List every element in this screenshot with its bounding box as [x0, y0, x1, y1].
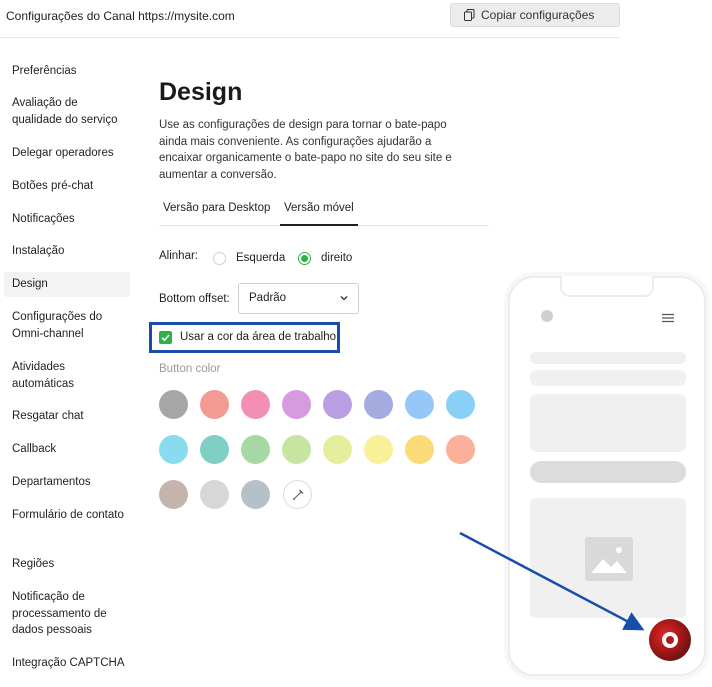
- use-workspace-color-label: Usar a cor da área de trabalho: [180, 331, 336, 343]
- sidebar-item-personal-data[interactable]: Notificação de processamento de dados pe…: [4, 589, 114, 639]
- preview-block: [530, 394, 686, 452]
- page-header-title: Configurações do Canal https://mysite.co…: [6, 9, 235, 23]
- sidebar-item-rescue-chat[interactable]: Resgatar chat: [4, 408, 130, 425]
- color-swatch[interactable]: [405, 435, 434, 464]
- align-right-radio[interactable]: [298, 252, 311, 265]
- color-swatch[interactable]: [405, 390, 434, 419]
- checkmark-icon: [161, 334, 170, 342]
- color-swatch[interactable]: [200, 390, 229, 419]
- color-swatches: [159, 390, 489, 520]
- align-left-radio[interactable]: [213, 252, 226, 265]
- color-swatch[interactable]: [364, 390, 393, 419]
- align-label: Alinhar:: [159, 250, 198, 262]
- color-swatch[interactable]: [446, 435, 475, 464]
- color-swatch[interactable]: [282, 435, 311, 464]
- copy-settings-label: Copiar configurações: [481, 8, 595, 22]
- sidebar-item-installation[interactable]: Instalação: [4, 243, 130, 260]
- use-workspace-color-checkbox[interactable]: [159, 331, 172, 344]
- sidebar-item-delegate-operators[interactable]: Delegar operadores: [4, 145, 130, 162]
- color-swatch[interactable]: [241, 435, 270, 464]
- preview-line: [530, 370, 686, 386]
- align-right-label: direito: [321, 252, 353, 264]
- color-swatch[interactable]: [200, 435, 229, 464]
- sidebar-item-design[interactable]: Design: [4, 272, 130, 297]
- align-left-label: Esquerda: [236, 252, 286, 264]
- header: Configurações do Canal https://mysite.co…: [0, 0, 620, 38]
- sidebar-item-automatic-activities[interactable]: Atividades automáticas: [4, 359, 130, 392]
- sidebar-item-departments[interactable]: Departamentos: [4, 474, 130, 491]
- page-description: Use as configurações de design para torn…: [159, 119, 452, 181]
- sidebar-item-callback[interactable]: Callback: [4, 441, 130, 458]
- color-swatch[interactable]: [200, 480, 229, 509]
- tab-mobile[interactable]: Versão móvel: [280, 202, 358, 226]
- version-tabs: Versão para Desktop Versão móvel: [159, 198, 489, 226]
- sidebar-item-preferences[interactable]: Preferências: [4, 63, 130, 80]
- bottom-offset-value: Padrão: [249, 292, 287, 304]
- eyedropper-button[interactable]: [283, 480, 312, 509]
- color-swatch[interactable]: [241, 390, 270, 419]
- sidebar-item-regions[interactable]: Regiões: [4, 556, 130, 573]
- color-swatch[interactable]: [364, 435, 393, 464]
- color-swatch[interactable]: [159, 390, 188, 419]
- mobile-preview: [508, 276, 706, 676]
- sidebar-item-contact-form[interactable]: Formulário de contato: [4, 507, 130, 524]
- color-swatch[interactable]: [282, 390, 311, 419]
- hamburger-menu-icon: [662, 313, 674, 323]
- image-icon: [585, 537, 633, 581]
- chat-bubble-icon: [662, 632, 678, 648]
- copy-icon: [464, 9, 475, 21]
- bottom-offset-label: Bottom offset:: [159, 293, 230, 305]
- color-swatch[interactable]: [323, 435, 352, 464]
- page-title: Design: [159, 78, 243, 106]
- copy-settings-button[interactable]: Copiar configurações: [450, 3, 620, 27]
- sidebar-item-notifications[interactable]: Notificações: [4, 211, 130, 228]
- preview-line: [530, 352, 686, 364]
- preview-button: [530, 461, 686, 483]
- sidebar-item-prechat-buttons[interactable]: Botões pré-chat: [4, 178, 130, 195]
- eyedropper-icon: [292, 488, 304, 500]
- sidebar-item-captcha[interactable]: Integração CAPTCHA: [4, 655, 130, 672]
- tab-desktop[interactable]: Versão para Desktop: [163, 202, 270, 226]
- color-swatch[interactable]: [241, 480, 270, 509]
- color-swatch[interactable]: [323, 390, 352, 419]
- sidebar-item-service-quality[interactable]: Avaliação de qualidade do serviço: [4, 95, 130, 128]
- color-swatch[interactable]: [446, 390, 475, 419]
- chevron-down-icon: [340, 296, 348, 301]
- color-swatch[interactable]: [159, 435, 188, 464]
- avatar-placeholder: [541, 310, 553, 322]
- phone-notch: [560, 276, 654, 297]
- button-color-label: Button color: [159, 363, 221, 375]
- sidebar-item-omnichannel[interactable]: Configurações do Omni-channel: [4, 309, 130, 342]
- bottom-offset-select[interactable]: Padrão: [238, 283, 359, 314]
- chat-widget-button[interactable]: [649, 619, 691, 661]
- color-swatch[interactable]: [159, 480, 188, 509]
